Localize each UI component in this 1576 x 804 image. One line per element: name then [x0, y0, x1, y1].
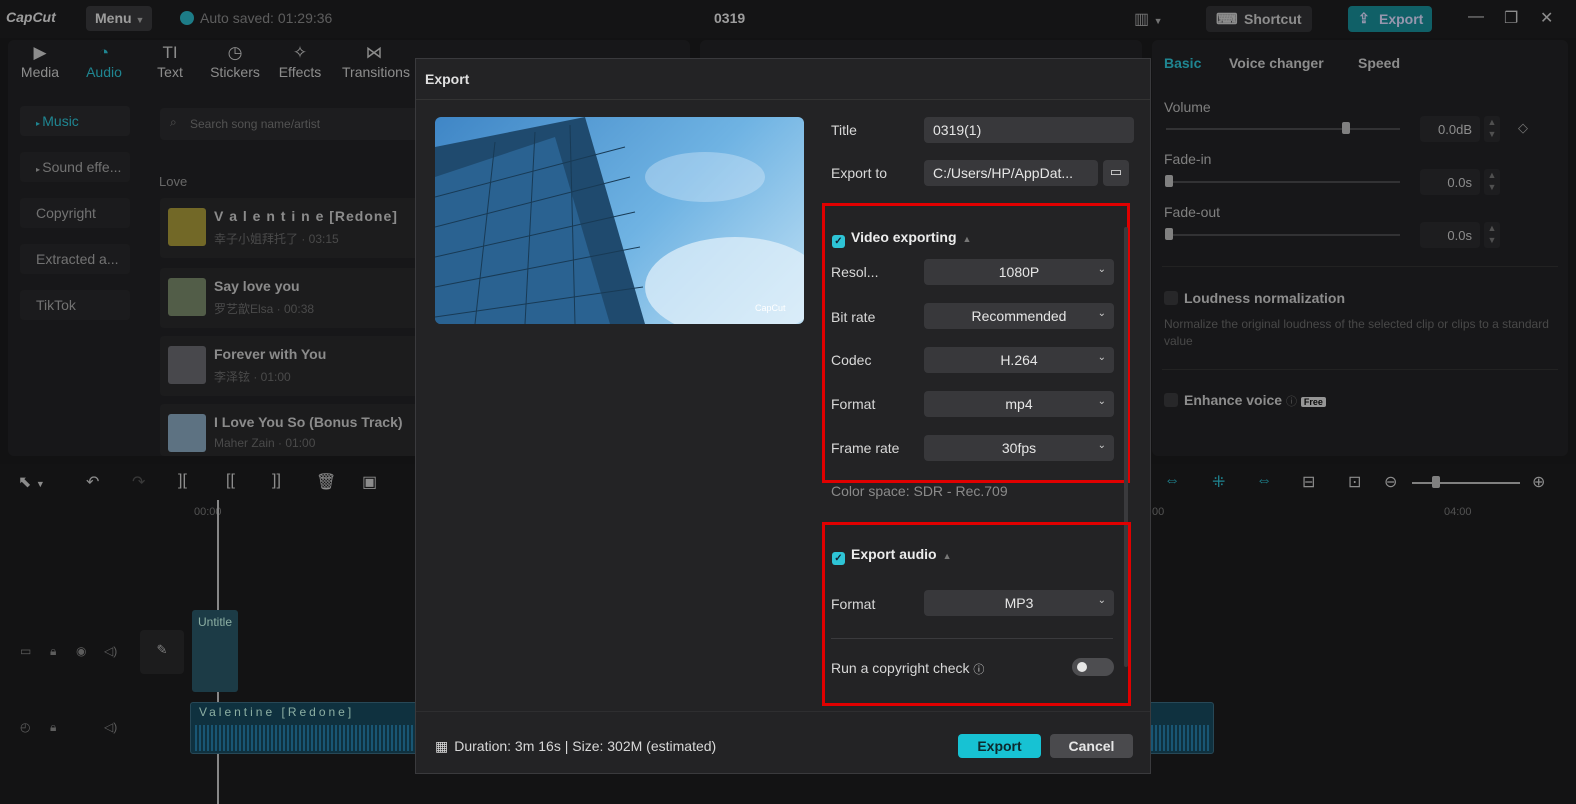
video-exporting-toggle[interactable]: ✓ Video exporting ▲ — [832, 229, 971, 248]
caret-up-icon: ▲ — [962, 234, 972, 244]
toggle-knob — [1077, 662, 1087, 672]
audio-format-select[interactable]: MP3 ⌄ — [924, 590, 1114, 616]
copyright-check-label: Run a copyright check ⓘ — [831, 660, 984, 677]
export-path-input[interactable]: C:/Users/HP/AppDat... — [924, 160, 1098, 186]
export-dialog: Export CapCut Title 0319(1) Export to C:… — [415, 58, 1151, 774]
export-audio-toggle[interactable]: ✓ Export audio ▲ — [832, 546, 951, 565]
framerate-label: Frame rate — [831, 440, 900, 456]
export-button[interactable]: Export — [958, 734, 1041, 758]
audio-format-label: Format — [831, 596, 876, 612]
copyright-check-toggle[interactable] — [1072, 658, 1114, 676]
watermark: CapCut — [755, 303, 786, 313]
chevron-down-icon: ⌄ — [1097, 264, 1106, 275]
video-section-label: Video exporting — [851, 229, 957, 245]
codec-select[interactable]: H.264 ⌄ — [924, 347, 1114, 373]
folder-button[interactable]: ▭ — [1103, 160, 1129, 186]
color-space-info: Color space: SDR - Rec.709 — [831, 483, 1008, 499]
format-select[interactable]: mp4 ⌄ — [924, 391, 1114, 417]
film-icon: ▦ — [435, 738, 449, 754]
checkbox-checked-icon[interactable]: ✓ — [832, 235, 845, 248]
bitrate-select[interactable]: Recommended ⌄ — [924, 303, 1114, 329]
building-image — [435, 117, 804, 324]
audio-format-value: MP3 — [1004, 595, 1034, 611]
video-thumbnail: CapCut — [435, 117, 804, 324]
format-value: mp4 — [1005, 396, 1033, 412]
folder-icon: ▭ — [1109, 164, 1123, 179]
export-to-label: Export to — [831, 165, 888, 181]
dialog-title: Export — [425, 71, 470, 87]
divider — [831, 638, 1113, 639]
caret-up-icon: ▲ — [942, 551, 952, 561]
bitrate-value: Recommended — [971, 308, 1067, 324]
resolution-value: 1080P — [998, 264, 1040, 280]
bitrate-label: Bit rate — [831, 309, 876, 325]
export-info: ▦ Duration: 3m 16s | Size: 302M (estimate… — [435, 738, 716, 755]
divider — [416, 711, 1150, 712]
framerate-select[interactable]: 30fps ⌄ — [924, 435, 1114, 461]
resolution-select[interactable]: 1080P ⌄ — [924, 259, 1114, 285]
chevron-down-icon: ⌄ — [1097, 396, 1106, 407]
framerate-value: 30fps — [1001, 440, 1037, 456]
divider — [416, 99, 1150, 100]
duration-size-text: Duration: 3m 16s | Size: 302M (estimated… — [454, 738, 717, 754]
chevron-down-icon: ⌄ — [1097, 308, 1106, 319]
chevron-down-icon: ⌄ — [1097, 352, 1106, 363]
format-label: Format — [831, 396, 876, 412]
title-label: Title — [831, 122, 857, 138]
cancel-button[interactable]: Cancel — [1050, 734, 1133, 758]
codec-value: H.264 — [1000, 352, 1038, 368]
checkbox-checked-icon[interactable]: ✓ — [832, 552, 845, 565]
chevron-down-icon: ⌄ — [1097, 440, 1106, 451]
chevron-down-icon: ⌄ — [1097, 595, 1106, 606]
help-icon[interactable]: ⓘ — [973, 664, 984, 676]
codec-label: Codec — [831, 352, 872, 368]
copyright-check-text: Run a copyright check — [831, 660, 970, 676]
resolution-label: Resol... — [831, 264, 879, 280]
title-input[interactable]: 0319(1) — [924, 117, 1134, 143]
audio-section-label: Export audio — [851, 546, 937, 562]
